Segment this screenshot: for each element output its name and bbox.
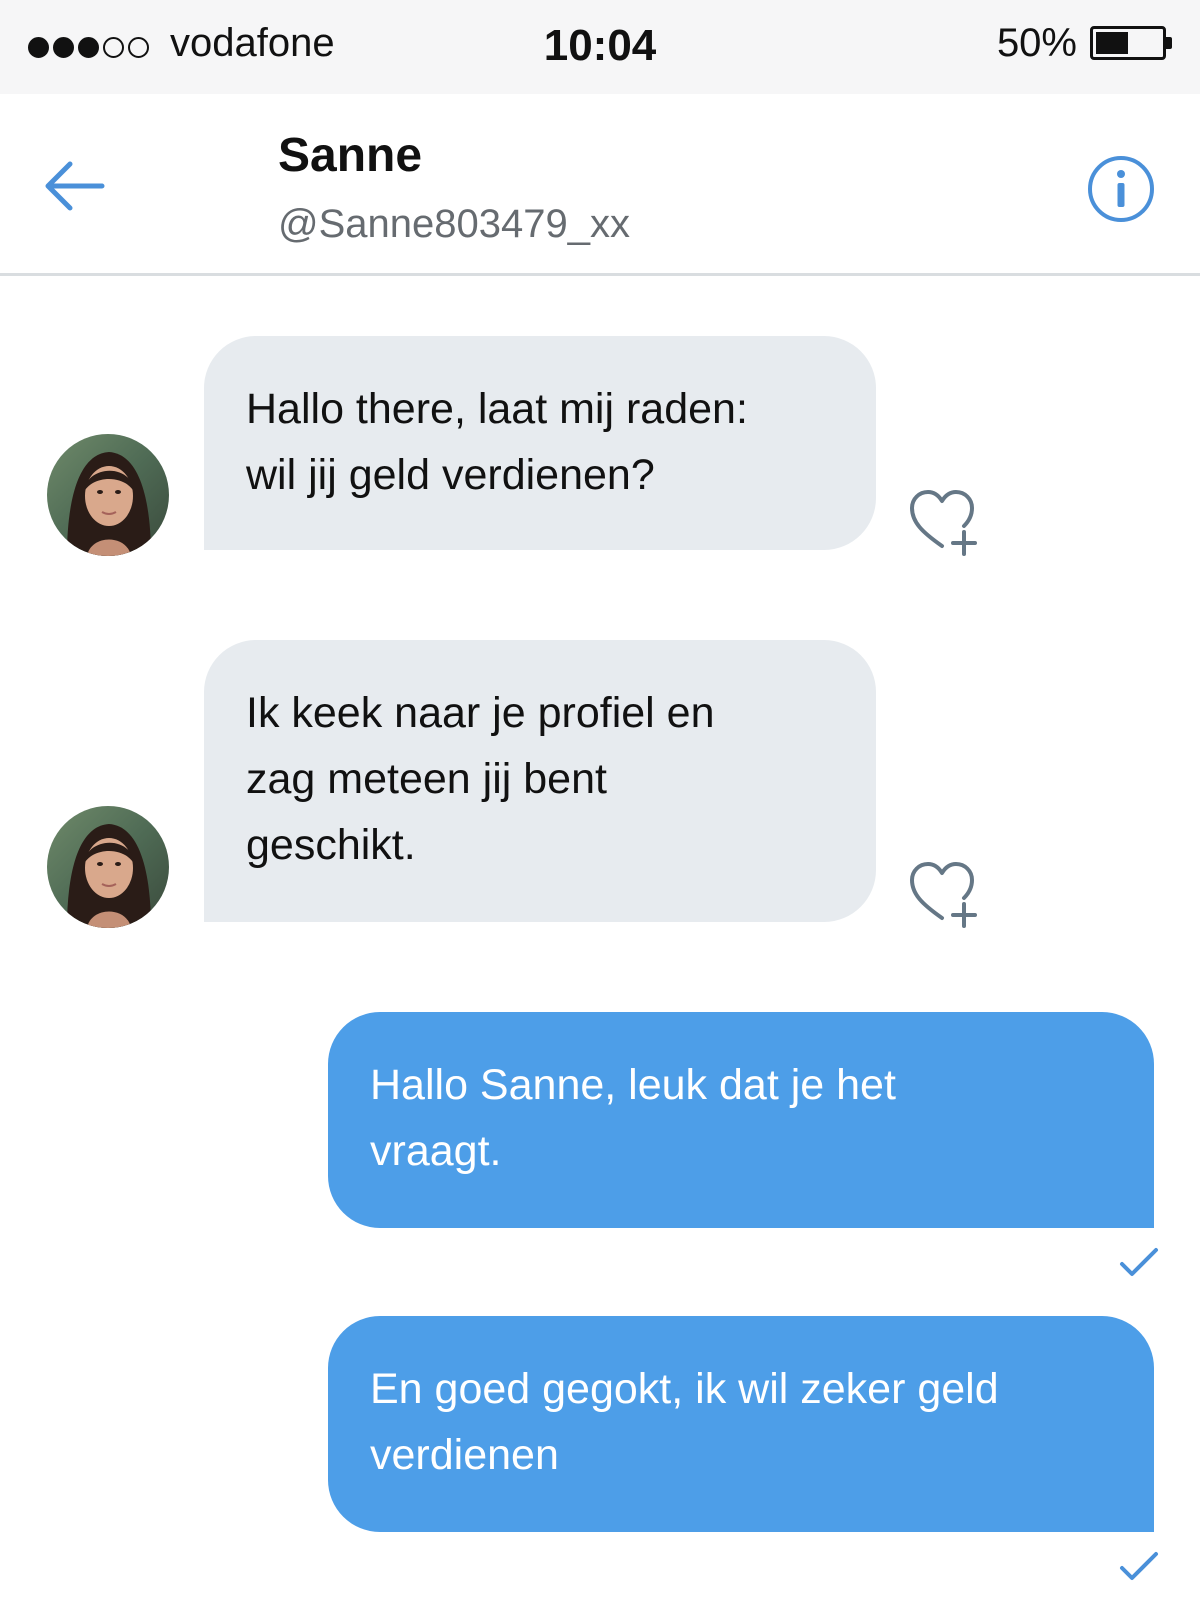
incoming-message-bubble[interactable]: Ik keek naar je profiel en zag meteen ji…	[204, 640, 876, 922]
message-status	[1118, 1246, 1160, 1280]
info-button[interactable]	[1086, 154, 1156, 224]
outgoing-message-bubble[interactable]: Hallo Sanne, leuk dat je het vraagt.	[328, 1012, 1154, 1228]
like-button[interactable]	[908, 488, 984, 556]
message-text-line: vraagt.	[370, 1127, 502, 1175]
back-button[interactable]	[40, 156, 108, 216]
heart-plus-icon	[910, 490, 977, 556]
checkmark-icon	[1120, 1552, 1158, 1580]
avatar-image	[47, 434, 169, 556]
contact-name: Sanne	[278, 129, 423, 182]
battery-terminal	[1166, 37, 1172, 49]
info-circle-icon	[1088, 156, 1154, 222]
message-text-line: Hallo Sanne, leuk dat je het	[370, 1061, 896, 1109]
message-text-line: Hallo there, laat mij raden:	[246, 385, 748, 433]
message-text-line: verdienen	[370, 1431, 559, 1479]
message-status	[1118, 1550, 1160, 1584]
battery-icon	[1090, 26, 1172, 60]
like-button[interactable]	[908, 860, 984, 928]
outgoing-message-bubble[interactable]: En goed gegokt, ik wil zeker geld verdie…	[328, 1316, 1154, 1532]
status-bar: vodafone 10:04 50%	[0, 0, 1200, 94]
message-text-line: zag meteen jij bent	[246, 755, 607, 803]
avatar[interactable]	[47, 434, 169, 556]
message-text-line: wil jij geld verdienen?	[246, 451, 655, 499]
avatar[interactable]	[47, 806, 169, 928]
conversation-header: Sanne @Sanne803479_xx	[0, 94, 1200, 276]
contact-handle: @Sanne803479_xx	[278, 202, 630, 246]
checkmark-icon	[1120, 1248, 1158, 1276]
battery-level	[1096, 32, 1128, 54]
message-text-line: En goed gegokt, ik wil zeker geld	[370, 1365, 999, 1413]
battery-percentage: 50%	[996, 21, 1077, 65]
avatar-image	[47, 806, 169, 928]
message-text-line: geschikt.	[246, 821, 416, 869]
arrow-left-icon	[45, 161, 105, 211]
incoming-message-bubble[interactable]: Hallo there, laat mij raden: wil jij gel…	[204, 336, 876, 550]
heart-plus-icon	[910, 862, 977, 928]
message-text-line: Ik keek naar je profiel en	[246, 689, 715, 737]
